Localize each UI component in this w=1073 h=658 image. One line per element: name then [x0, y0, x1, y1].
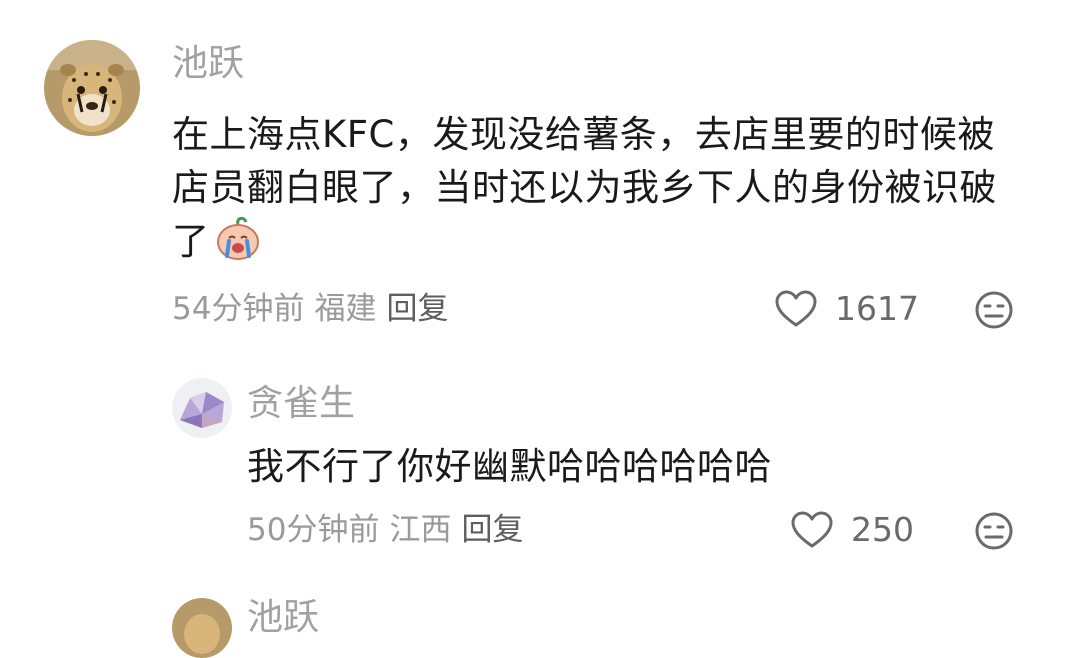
comment-text: 我不行了你好幽默哈哈哈哈哈哈 [247, 445, 772, 488]
meh-face-icon [975, 512, 1013, 550]
meh-face-icon [975, 291, 1013, 329]
heart-icon [791, 511, 833, 548]
comment-time: 54分钟前 [172, 291, 305, 327]
cheetah-avatar-icon [44, 40, 140, 136]
avatar[interactable] [44, 40, 140, 136]
dislike-button[interactable] [974, 511, 1014, 555]
crying-face-emoji-icon [214, 214, 262, 276]
username[interactable]: 池跃 [247, 596, 319, 640]
like-button[interactable]: 250 [791, 510, 914, 550]
reply-button[interactable]: 回复 [461, 512, 523, 548]
comment-meta: 50分钟前 江西 回复 [247, 510, 523, 550]
avatar[interactable] [172, 378, 232, 438]
comment-time: 50分钟前 [247, 512, 380, 548]
comment-content: 在上海点KFC，发现没给薯条，去店里要的时候被店员翻白眼了，当时还以为我乡下人的… [172, 108, 1022, 276]
comment-location: 福建 [314, 291, 377, 327]
username[interactable]: 贪雀生 [247, 382, 355, 426]
comment-location: 江西 [389, 512, 452, 548]
comment-meta: 54分钟前 福建 回复 [172, 289, 448, 329]
comment-text: 在上海点KFC，发现没给薯条，去店里要的时候被店员翻白眼了，当时还以为我乡下人的… [172, 113, 997, 263]
avatar[interactable] [172, 598, 232, 658]
heart-icon [775, 290, 817, 327]
username[interactable]: 池跃 [172, 42, 244, 86]
purple-crystal-avatar-icon [172, 378, 232, 438]
dislike-button[interactable] [974, 290, 1014, 334]
like-count: 250 [851, 510, 914, 549]
like-count: 1617 [835, 289, 919, 328]
like-button[interactable]: 1617 [775, 289, 919, 329]
reply-button[interactable]: 回复 [386, 291, 448, 327]
cheetah-avatar-icon [172, 598, 232, 658]
